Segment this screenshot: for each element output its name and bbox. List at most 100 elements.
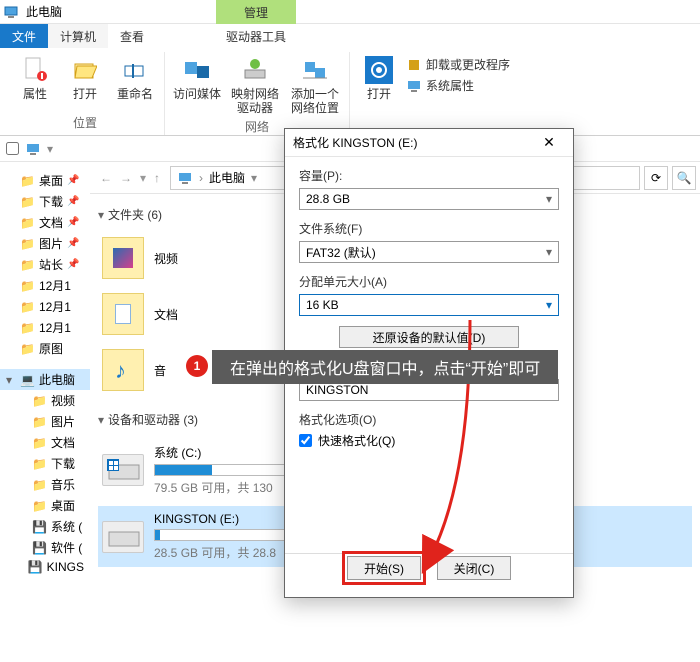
restore-defaults-button[interactable]: 还原设备的默认值(D) — [339, 326, 519, 348]
titlebar: 此电脑 — [0, 0, 700, 24]
nav-sub-pictures[interactable]: 📁图片 — [0, 411, 90, 432]
ribbon-map-drive[interactable]: 映射网络 驱动器 — [227, 52, 283, 116]
close-button-dialog[interactable]: 关闭(C) — [437, 556, 511, 580]
nav-sub-music[interactable]: 📁音乐 — [0, 474, 90, 495]
breadcrumb[interactable]: 此电脑 — [209, 169, 245, 186]
address-caret[interactable]: ▾ — [251, 171, 257, 185]
quick-format-input[interactable] — [299, 434, 312, 447]
ribbon-group-network-label: 网络 — [245, 116, 269, 139]
refresh-button[interactable]: ⟳ — [644, 166, 668, 190]
nav-sub-documents[interactable]: 📁文档 — [0, 432, 90, 453]
qat-caret[interactable]: ▾ — [47, 142, 53, 156]
folder-videos[interactable]: 视频 — [98, 233, 278, 283]
section-folders-label: 文件夹 (6) — [108, 206, 162, 223]
chevron-down-icon: ▾ — [546, 298, 552, 312]
capacity-select[interactable]: 28.8 GB▾ — [299, 188, 559, 210]
ribbon: 属性 打开 重命名 位置 访问媒体 映射网络 驱动器 — [0, 48, 700, 136]
ribbon-access-media-label: 访问媒体 — [173, 88, 221, 102]
drive-icon — [102, 454, 144, 486]
nav-item-label: 12月1 — [39, 298, 71, 315]
close-button-label: 关闭(C) — [454, 560, 495, 577]
add-network-icon — [301, 56, 329, 84]
up-button[interactable]: ↑ — [154, 171, 160, 185]
nav-pictures[interactable]: 📁图片📌 — [0, 233, 90, 254]
nav-sub-videos[interactable]: 📁视频 — [0, 390, 90, 411]
allocation-value: 16 KB — [306, 298, 339, 312]
dialog-titlebar[interactable]: 格式化 KINGSTON (E:) ✕ — [285, 129, 573, 157]
ribbon-rename[interactable]: 重命名 — [112, 52, 158, 112]
ribbon-open-label: 打开 — [73, 88, 97, 102]
ribbon-map-drive-label: 映射网络 驱动器 — [231, 88, 279, 116]
ribbon-open-settings[interactable]: 打开 — [356, 52, 402, 135]
tab-file[interactable]: 文件 — [0, 24, 48, 48]
menu-sysprops[interactable]: 系统属性 — [406, 77, 510, 94]
tab-view[interactable]: 查看 — [108, 24, 156, 48]
nav-sub-system[interactable]: 💾系统 ( — [0, 516, 90, 537]
folder-documents[interactable]: 文档 — [98, 289, 278, 339]
nav-item-label: 视频 — [51, 392, 75, 409]
back-button[interactable]: ← — [100, 171, 112, 185]
tab-drive-tools[interactable]: 驱动器工具 — [216, 24, 296, 49]
nav-item-label: 图片 — [39, 235, 63, 252]
select-all-checkbox[interactable] — [6, 142, 19, 155]
annotation-tooltip: 在弹出的格式化U盘窗口中，点击“开始”即可 — [212, 350, 558, 384]
nav-sub-desktop[interactable]: 📁桌面 — [0, 495, 90, 516]
menu-uninstall[interactable]: 卸载或更改程序 — [406, 56, 510, 73]
forward-button[interactable]: → — [120, 171, 132, 185]
ribbon-add-network-label: 添加一个 网络位置 — [291, 88, 339, 116]
ribbon-group-network: 访问媒体 映射网络 驱动器 添加一个 网络位置 网络 — [165, 52, 350, 135]
options-label: 格式化选项(O) — [299, 411, 559, 428]
ribbon-properties[interactable]: 属性 — [12, 52, 58, 112]
computer-icon — [406, 78, 422, 94]
capacity-label: 容量(P): — [299, 167, 559, 184]
recent-button[interactable]: ▾ — [140, 171, 146, 185]
restore-defaults-label: 还原设备的默认值(D) — [373, 329, 486, 346]
volume-value: KINGSTON — [306, 383, 368, 397]
ribbon-group-system: 打开 卸载或更改程序 系统属性 — [350, 52, 516, 135]
media-icon — [183, 56, 211, 84]
nav-sub-software[interactable]: 💾软件 ( — [0, 537, 90, 558]
ribbon-properties-label: 属性 — [23, 88, 47, 102]
search-button[interactable]: 🔍 — [672, 166, 696, 190]
nav-item-label: 此电脑 — [39, 371, 75, 388]
tab-computer[interactable]: 计算机 — [48, 24, 108, 48]
nav-item-label: 12月1 — [39, 319, 71, 336]
nav-item-label: 音乐 — [51, 476, 75, 493]
music-icon — [102, 349, 144, 391]
chevron-down-icon: ▾ — [546, 245, 552, 259]
nav-item-label: 系统 ( — [51, 518, 82, 535]
section-drives-label: 设备和驱动器 (3) — [108, 411, 198, 428]
nav-dec1c[interactable]: 📁12月1 — [0, 317, 90, 338]
context-tool-header: 管理 — [216, 0, 296, 24]
menu-uninstall-label: 卸载或更改程序 — [426, 56, 510, 73]
properties-icon — [21, 56, 49, 84]
nav-desktop[interactable]: 📁桌面📌 — [0, 170, 90, 191]
annotation-badge: 1 — [186, 355, 208, 377]
chevron-down-icon: ▾ — [546, 192, 552, 206]
nav-sub-downloads[interactable]: 📁下载 — [0, 453, 90, 474]
filesystem-select[interactable]: FAT32 (默认)▾ — [299, 241, 559, 263]
nav-this-pc[interactable]: ▾💻此电脑 — [0, 369, 90, 390]
pc-icon-small — [25, 141, 41, 157]
nav-dec1b[interactable]: 📁12月1 — [0, 296, 90, 317]
nav-item-label: 软件 ( — [51, 539, 82, 556]
ribbon-add-network[interactable]: 添加一个 网络位置 — [287, 52, 343, 116]
nav-downloads[interactable]: 📁下载📌 — [0, 191, 90, 212]
nav-item-label: 下载 — [51, 455, 75, 472]
start-button[interactable]: 开始(S) — [347, 556, 421, 580]
nav-item-label: 文档 — [39, 214, 63, 231]
close-button[interactable]: ✕ — [533, 134, 565, 151]
ribbon-tabs: 文件 计算机 查看 管理 驱动器工具 — [0, 24, 700, 48]
allocation-select[interactable]: 16 KB ▾ — [299, 294, 559, 316]
nav-webmaster[interactable]: 📁站长📌 — [0, 254, 90, 275]
ribbon-access-media[interactable]: 访问媒体 — [171, 52, 223, 116]
nav-tree[interactable]: 📁桌面📌 📁下载📌 📁文档📌 📁图片📌 📁站长📌 📁12月1 📁12月1 📁12… — [0, 162, 90, 662]
nav-sub-kingston[interactable]: 💾KINGS — [0, 558, 90, 576]
nav-dec1a[interactable]: 📁12月1 — [0, 275, 90, 296]
nav-item-label: 桌面 — [39, 172, 63, 189]
window-title: 此电脑 — [22, 3, 62, 20]
nav-documents[interactable]: 📁文档📌 — [0, 212, 90, 233]
ribbon-open[interactable]: 打开 — [62, 52, 108, 112]
nav-original[interactable]: 📁原图 — [0, 338, 90, 359]
quick-format-checkbox[interactable]: 快速格式化(Q) — [299, 432, 559, 449]
